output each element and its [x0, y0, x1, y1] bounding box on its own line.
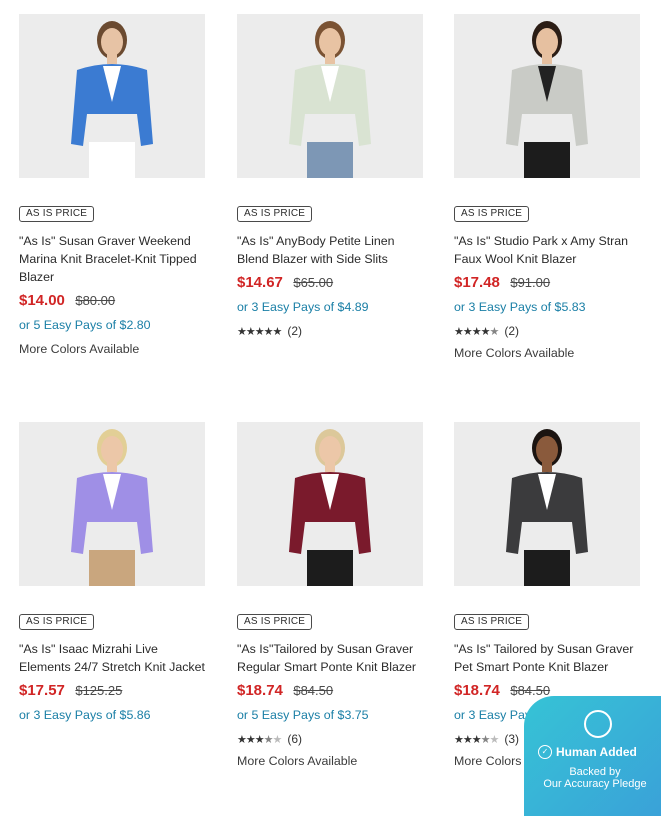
current-price: $18.74 — [237, 682, 283, 699]
star-rating: ★★★★★ — [237, 325, 282, 338]
pledge-line3: Our Accuracy Pledge — [543, 778, 647, 790]
star-rating: ★★★★★ — [454, 325, 499, 338]
as-is-price-badge: AS IS PRICE — [19, 206, 95, 222]
pledge-title: ✓ Human Added — [538, 745, 637, 759]
more-colors-text: More Colors Available — [19, 342, 140, 356]
product-title[interactable]: "As Is" Susan Graver Weekend Marina Knit… — [19, 232, 205, 286]
as-is-price-badge: AS IS PRICE — [237, 206, 313, 222]
review-count: (2) — [287, 324, 303, 338]
review-count: (3) — [504, 732, 520, 746]
product-title[interactable]: "As Is" Isaac Mizrahi Live Elements 24/7… — [19, 640, 205, 676]
review-count: (6) — [287, 732, 303, 746]
easy-pay-text[interactable]: or 3 Easy Pays of $5.86 — [19, 706, 205, 724]
original-price: $84.50 — [510, 683, 551, 698]
pledge-line1: Human Added — [556, 745, 637, 759]
pledge-subtitle: Backed by Our Accuracy Pledge — [536, 766, 654, 790]
product-image[interactable] — [237, 422, 423, 586]
product-card[interactable]: AS IS PRICE "As Is"Tailored by Susan Gra… — [237, 422, 423, 768]
rating-row[interactable]: ★★★★★ (6) — [237, 732, 423, 746]
as-is-price-badge: AS IS PRICE — [237, 614, 313, 630]
as-is-price-badge: AS IS PRICE — [454, 206, 530, 222]
product-card[interactable]: AS IS PRICE "As Is" Studio Park x Amy St… — [454, 14, 640, 360]
easy-pay-text[interactable]: or 5 Easy Pays of $3.75 — [237, 706, 423, 724]
easy-pay-text[interactable]: or 3 Easy Pays of $5.83 — [454, 298, 640, 316]
product-card[interactable]: AS IS PRICE "As Is" AnyBody Petite Linen… — [237, 14, 423, 338]
current-price: $18.74 — [454, 682, 500, 699]
price-row: $17.57 $125.25 — [19, 682, 205, 704]
as-is-price-badge: AS IS PRICE — [454, 614, 530, 630]
price-row: $18.74 $84.50 — [237, 682, 423, 704]
more-colors-text: More Colors Available — [237, 754, 358, 768]
star-rating: ★★★★★ — [454, 733, 499, 746]
price-row: $17.48 $91.00 — [454, 274, 640, 296]
product-model-image — [506, 429, 588, 586]
more-colors-text: More Colors Available — [454, 346, 575, 360]
rating-row[interactable]: ★★★★★ (2) — [454, 324, 640, 338]
original-price: $65.00 — [293, 275, 334, 290]
as-is-price-badge: AS IS PRICE — [19, 614, 95, 630]
product-model-image — [289, 21, 371, 178]
product-model-image — [289, 429, 371, 586]
product-image[interactable] — [19, 14, 205, 178]
product-card[interactable]: AS IS PRICE "As Is" Isaac Mizrahi Live E… — [19, 422, 205, 724]
current-price: $17.48 — [454, 274, 500, 291]
product-image[interactable] — [19, 422, 205, 586]
current-price: $14.67 — [237, 274, 283, 291]
product-title[interactable]: "As Is"Tailored by Susan Graver Regular … — [237, 640, 423, 676]
accuracy-pledge-badge[interactable]: ✓ Human Added Backed by Our Accuracy Ple… — [524, 696, 661, 816]
product-image[interactable] — [454, 14, 640, 178]
current-price: $14.00 — [19, 292, 65, 309]
product-model-image — [71, 429, 153, 586]
price-row: $14.00 $80.00 — [19, 292, 205, 314]
product-card[interactable]: AS IS PRICE "As Is" Susan Graver Weekend… — [19, 14, 205, 356]
easy-pay-text[interactable]: or 5 Easy Pays of $2.80 — [19, 316, 205, 334]
product-title[interactable]: "As Is" Studio Park x Amy Stran Faux Woo… — [454, 232, 640, 268]
home-icon — [584, 710, 612, 738]
product-model-image — [506, 21, 588, 178]
product-image[interactable] — [237, 14, 423, 178]
price-row: $14.67 $65.00 — [237, 274, 423, 296]
product-model-image — [71, 21, 153, 178]
product-image[interactable] — [454, 422, 640, 586]
original-price: $84.50 — [293, 683, 334, 698]
current-price: $17.57 — [19, 682, 65, 699]
original-price: $125.25 — [75, 683, 123, 698]
check-icon: ✓ — [538, 745, 552, 759]
rating-row[interactable]: ★★★★★ (2) — [237, 324, 423, 338]
product-title[interactable]: "As Is" AnyBody Petite Linen Blend Blaze… — [237, 232, 423, 268]
pledge-line2: Backed by — [569, 766, 621, 778]
review-count: (2) — [504, 324, 520, 338]
product-title[interactable]: "As Is" Tailored by Susan Graver Pet Sma… — [454, 640, 640, 676]
easy-pay-text[interactable]: or 3 Easy Pays of $4.89 — [237, 298, 423, 316]
star-rating: ★★★★★ — [237, 733, 282, 746]
original-price: $91.00 — [510, 275, 551, 290]
original-price: $80.00 — [75, 293, 116, 308]
